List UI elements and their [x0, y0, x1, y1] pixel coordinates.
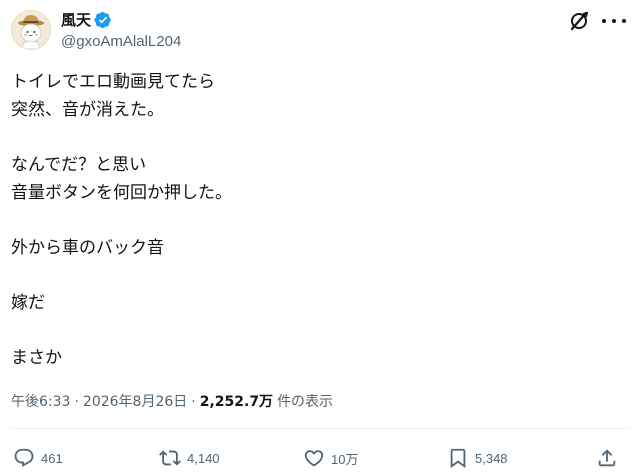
more-icon[interactable] — [602, 10, 626, 32]
like-button[interactable]: 10万 — [303, 444, 358, 472]
bookmark-icon — [450, 448, 466, 469]
views-label: 件の表示 — [277, 394, 334, 410]
bookmark-button[interactable]: 5,348 — [447, 444, 508, 472]
share-button[interactable] — [596, 444, 618, 472]
tweet-line: 突然、音が消えた。 — [11, 100, 164, 120]
tweet-line: なんでだ？と思い — [11, 155, 147, 175]
tweet-line: まさか — [11, 348, 62, 368]
verified-badge-icon[interactable] — [94, 11, 112, 29]
reply-icon — [14, 448, 34, 467]
tweet-text: トイレでエロ動画見てたら 突然、音が消えた。 なんでだ？と思い 音量ボタンを何回… — [11, 68, 621, 372]
tweet-time[interactable]: 午後6:33 — [11, 392, 70, 412]
display-name[interactable]: 風天 — [61, 10, 91, 30]
action-bar: 461 4,140 10万 5,348 — [0, 444, 640, 472]
retweet-button[interactable]: 4,140 — [159, 444, 220, 472]
bookmark-count: 5,348 — [475, 450, 508, 466]
meta-separator: · — [74, 394, 79, 410]
avatar-illustration — [18, 15, 44, 49]
share-icon — [598, 449, 616, 467]
tweet: 風天 @gxoAmAlalL204 トイレでエロ動画見てたら 突然、音が消えた。… — [0, 0, 640, 472]
retweet-icon — [159, 450, 181, 466]
divider — [11, 428, 629, 429]
avatar[interactable] — [11, 10, 51, 50]
tweet-line: 音量ボタンを何回か押した。 — [11, 183, 232, 203]
tweet-date[interactable]: 2026年8月26日 — [83, 392, 187, 412]
tweet-line: 外から車のバック音 — [11, 238, 164, 258]
author-info: 風天 @gxoAmAlalL204 — [61, 10, 181, 52]
handle[interactable]: @gxoAmAlalL204 — [61, 32, 181, 52]
reply-count: 461 — [41, 450, 63, 466]
retweet-count: 4,140 — [187, 450, 220, 466]
reply-button[interactable]: 461 — [13, 444, 63, 472]
grok-icon[interactable] — [568, 10, 590, 32]
views-count[interactable]: 2,252.7万 — [200, 392, 273, 412]
meta-separator: · — [191, 394, 196, 410]
tweet-meta: 午後6:33 · 2026年8月26日 · 2,252.7万 件の表示 — [11, 392, 333, 412]
tweet-line: 嫁だ — [11, 293, 45, 313]
like-count: 10万 — [331, 451, 359, 467]
tweet-line: トイレでエロ動画見てたら — [11, 72, 215, 92]
heart-icon — [304, 450, 324, 467]
